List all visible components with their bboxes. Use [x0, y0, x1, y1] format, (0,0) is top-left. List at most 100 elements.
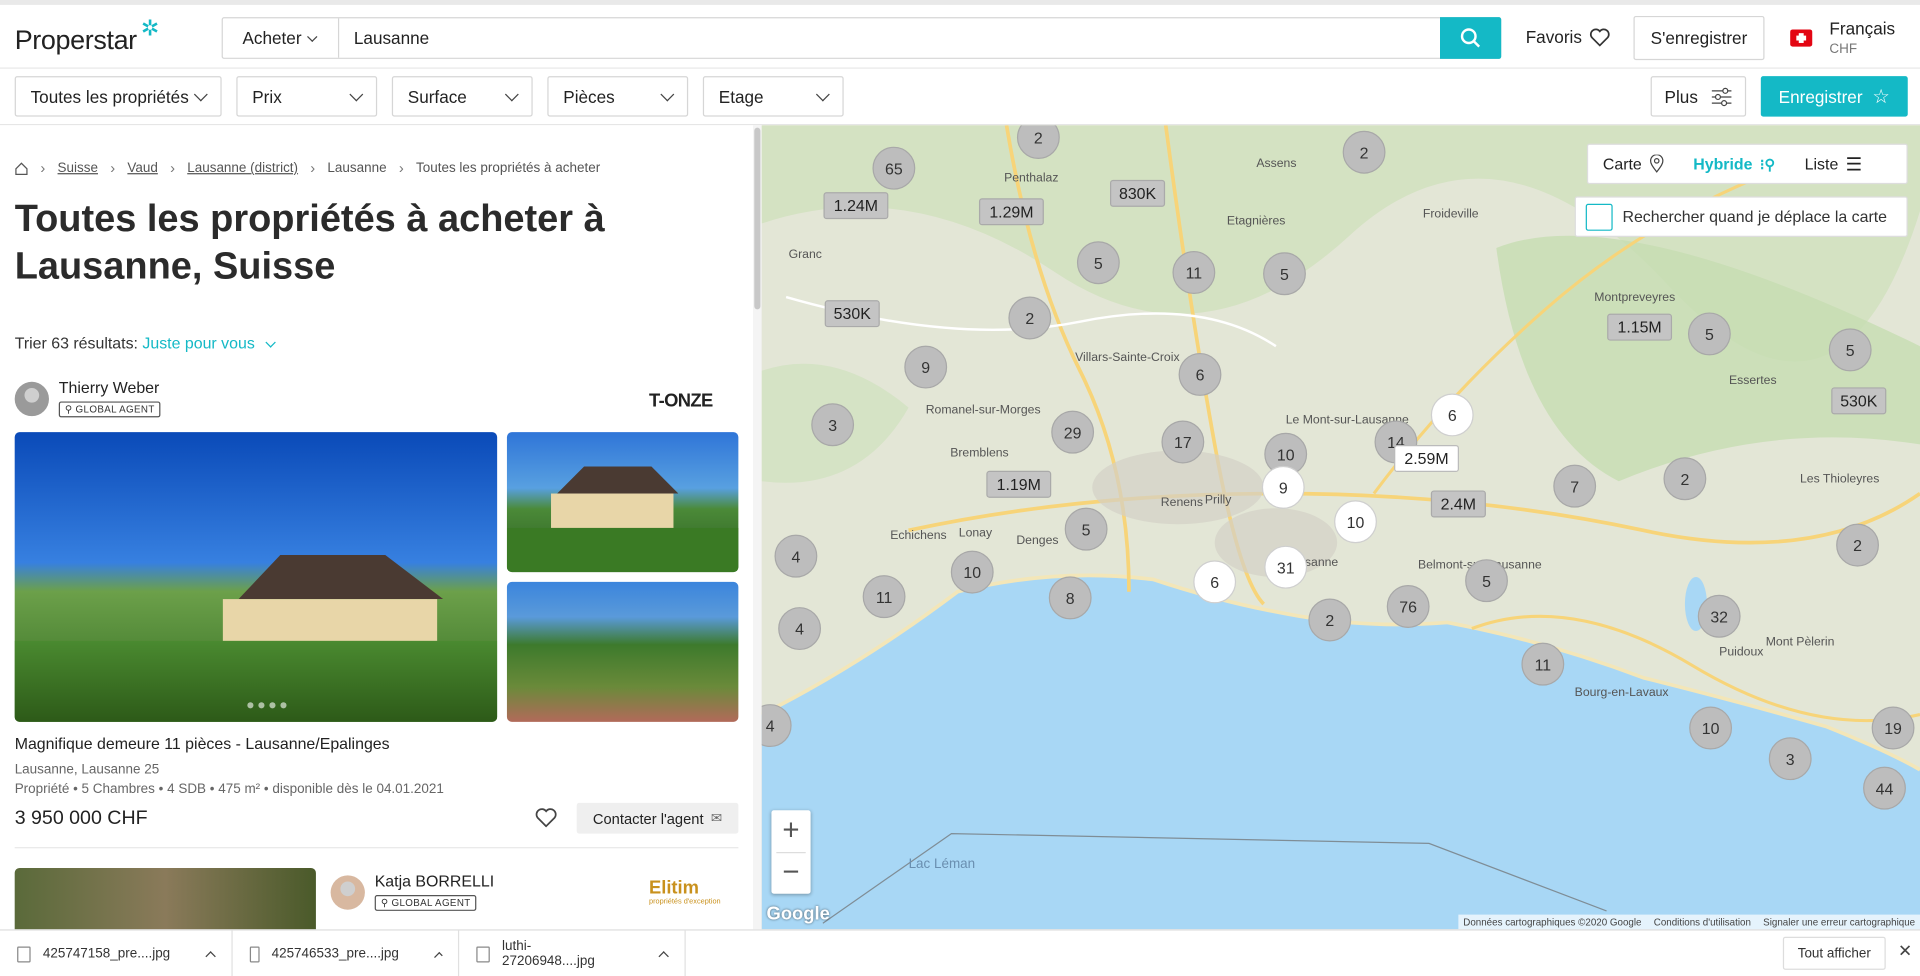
map-cluster-marker[interactable]: 4 — [774, 534, 818, 578]
filter-price[interactable]: Prix — [236, 76, 378, 117]
map-price-marker[interactable]: 2.59M — [1394, 445, 1459, 473]
map-cluster-marker[interactable]: 5 — [1828, 328, 1872, 372]
map-cluster-marker[interactable]: 2 — [1836, 523, 1879, 567]
close-icon[interactable]: ✕ — [1898, 940, 1912, 961]
heart-icon — [535, 808, 557, 828]
map-cluster-marker[interactable]: 44 — [1863, 766, 1906, 810]
map-cluster-marker[interactable]: 2 — [1342, 130, 1386, 174]
show-all-downloads-button[interactable]: Tout afficher — [1782, 936, 1886, 970]
transaction-type-select[interactable]: Acheter — [223, 18, 340, 58]
map-price-marker[interactable]: 530K — [1831, 387, 1887, 415]
save-search-button[interactable]: Enregistrer ☆ — [1760, 76, 1908, 117]
map-price-marker[interactable]: 830K — [1110, 179, 1166, 207]
agent-info[interactable]: Thierry Weber ⚲ GLOBAL AGENT — [14, 378, 161, 419]
map-canvas[interactable]: Penthalaz Assens Froideville Etagnières Gran… — [761, 125, 1920, 930]
home-icon[interactable] — [15, 161, 28, 175]
zoom-out-button[interactable]: − — [771, 852, 810, 894]
search-input[interactable] — [353, 18, 1432, 58]
view-option-map[interactable]: Carte — [1588, 145, 1678, 183]
language-selector[interactable]: Français CHF — [1829, 18, 1895, 60]
agency-logo[interactable]: T-ONZE — [649, 390, 713, 411]
map-cluster-marker[interactable]: 7 — [1553, 464, 1597, 508]
map-cluster-marker[interactable]: 17 — [1161, 420, 1205, 464]
map-cluster-marker[interactable]: 5 — [1263, 252, 1306, 296]
download-filename: 425747158_pre....jpg — [42, 946, 171, 962]
filter-surface[interactable]: Surface — [391, 76, 533, 117]
map-price-marker[interactable]: 2.4M — [1430, 490, 1486, 518]
map-price-marker[interactable]: 530K — [824, 300, 880, 328]
map-cluster-marker[interactable]: 29 — [1051, 410, 1095, 454]
chevron-up-icon[interactable] — [205, 950, 216, 961]
map-cluster-marker[interactable]: 76 — [1386, 584, 1430, 628]
map[interactable]: Penthalaz Assens Froideville Etagnières Gran… — [761, 125, 1920, 930]
more-filters-button[interactable]: Plus — [1650, 76, 1747, 117]
map-cluster-marker[interactable]: 10 — [1334, 500, 1377, 544]
map-cluster-marker[interactable]: 11 — [1521, 642, 1565, 686]
map-cluster-marker[interactable]: 19 — [1871, 706, 1915, 750]
map-cluster-marker[interactable]: 9 — [1261, 465, 1305, 509]
listing-title[interactable]: Magnifique demeure 11 pièces - Lausanne/… — [15, 734, 390, 752]
breadcrumb-item[interactable]: Vaud — [127, 161, 157, 176]
attribution-report[interactable]: Signaler une erreur cartographique — [1763, 916, 1915, 927]
agent-info[interactable]: Katja BORRELLI ⚲ GLOBAL AGENT — [330, 872, 494, 913]
breadcrumb: › Suisse › Vaud › Lausanne (district) › … — [15, 160, 600, 177]
listing-photo[interactable] — [506, 432, 739, 573]
map-cluster-marker[interactable]: 4 — [778, 607, 822, 651]
map-cluster-marker[interactable]: 6 — [1178, 352, 1222, 396]
map-cluster-marker[interactable]: 2 — [1663, 457, 1707, 501]
filter-rooms[interactable]: Pièces — [547, 76, 689, 117]
map-cluster-marker[interactable]: 32 — [1697, 594, 1741, 638]
search-on-move-toggle[interactable]: Rechercher quand je déplace la carte — [1574, 196, 1908, 237]
map-cluster-marker[interactable]: 3 — [1768, 737, 1812, 781]
map-cluster-marker[interactable]: 6 — [1430, 393, 1474, 437]
filter-property-type[interactable]: Toutes les propriétés — [14, 76, 222, 117]
agency-logo[interactable]: Elitim propriétés d'exception — [649, 878, 721, 906]
favorite-button[interactable] — [535, 808, 557, 834]
map-cluster-marker[interactable]: 9 — [904, 345, 948, 389]
map-cluster-marker[interactable]: 31 — [1264, 545, 1308, 589]
listing-main-photo[interactable] — [14, 867, 316, 930]
map-price-marker[interactable]: 1.29M — [978, 198, 1044, 226]
map-cluster-marker[interactable]: 65 — [872, 146, 916, 190]
logo[interactable]: Properstar — [15, 25, 137, 57]
attribution-terms[interactable]: Conditions d'utilisation — [1654, 916, 1751, 927]
view-option-list[interactable]: Liste ☰ — [1790, 145, 1877, 183]
map-cluster-marker[interactable]: 10 — [1689, 706, 1733, 750]
map-cluster-marker[interactable]: 10 — [950, 550, 994, 594]
map-cluster-marker[interactable]: 5 — [1076, 241, 1120, 285]
scrollbar-thumb[interactable] — [754, 127, 761, 310]
map-cluster-marker[interactable]: 5 — [1064, 507, 1108, 551]
zoom-in-button[interactable]: + — [771, 810, 810, 852]
contact-agent-button[interactable]: Contacter l'agent ✉ — [576, 802, 739, 834]
chevron-up-icon[interactable] — [658, 950, 669, 961]
map-price-marker[interactable]: 1.19M — [986, 470, 1052, 498]
map-cluster-marker[interactable]: 8 — [1048, 576, 1092, 620]
map-cluster-marker[interactable]: 3 — [811, 403, 855, 447]
map-place-label: Echichens — [890, 528, 946, 542]
map-cluster-marker[interactable]: 5 — [1687, 312, 1731, 356]
search-on-move-checkbox[interactable] — [1585, 203, 1613, 231]
map-cluster-marker[interactable]: 11 — [1172, 251, 1216, 295]
breadcrumb-item[interactable]: Suisse — [58, 161, 98, 176]
map-cluster-marker[interactable]: 5 — [1465, 559, 1508, 603]
chevron-up-icon[interactable] — [433, 951, 443, 961]
search-button[interactable] — [1440, 17, 1502, 59]
cluster-count: 11 — [1535, 657, 1552, 674]
sort-control[interactable]: Trier 63 résultats: Juste pour vous — [15, 334, 276, 352]
listing-photo[interactable] — [506, 581, 739, 722]
favorites-link[interactable]: Favoris — [1526, 27, 1610, 47]
filter-floor[interactable]: Etage — [702, 76, 844, 117]
listing-main-photo[interactable] — [14, 432, 498, 722]
map-cluster-marker[interactable]: 2 — [1008, 296, 1052, 340]
download-item[interactable]: luthi-27206948....jpg — [459, 930, 686, 976]
view-option-hybrid[interactable]: Hybride ⁝⚲ — [1679, 145, 1790, 183]
map-cluster-marker[interactable]: 2 — [1308, 598, 1352, 642]
map-cluster-marker[interactable]: 6 — [1193, 560, 1237, 604]
register-button[interactable]: S'enregistrer — [1633, 15, 1765, 61]
download-item[interactable]: 425747158_pre....jpg — [0, 930, 233, 976]
breadcrumb-item[interactable]: Lausanne (district) — [187, 161, 298, 176]
map-price-marker[interactable]: 1.24M — [823, 192, 889, 220]
map-cluster-marker[interactable]: 11 — [862, 575, 906, 619]
download-item[interactable]: 425746533_pre....jpg — [233, 930, 460, 976]
map-price-marker[interactable]: 1.15M — [1607, 313, 1673, 341]
